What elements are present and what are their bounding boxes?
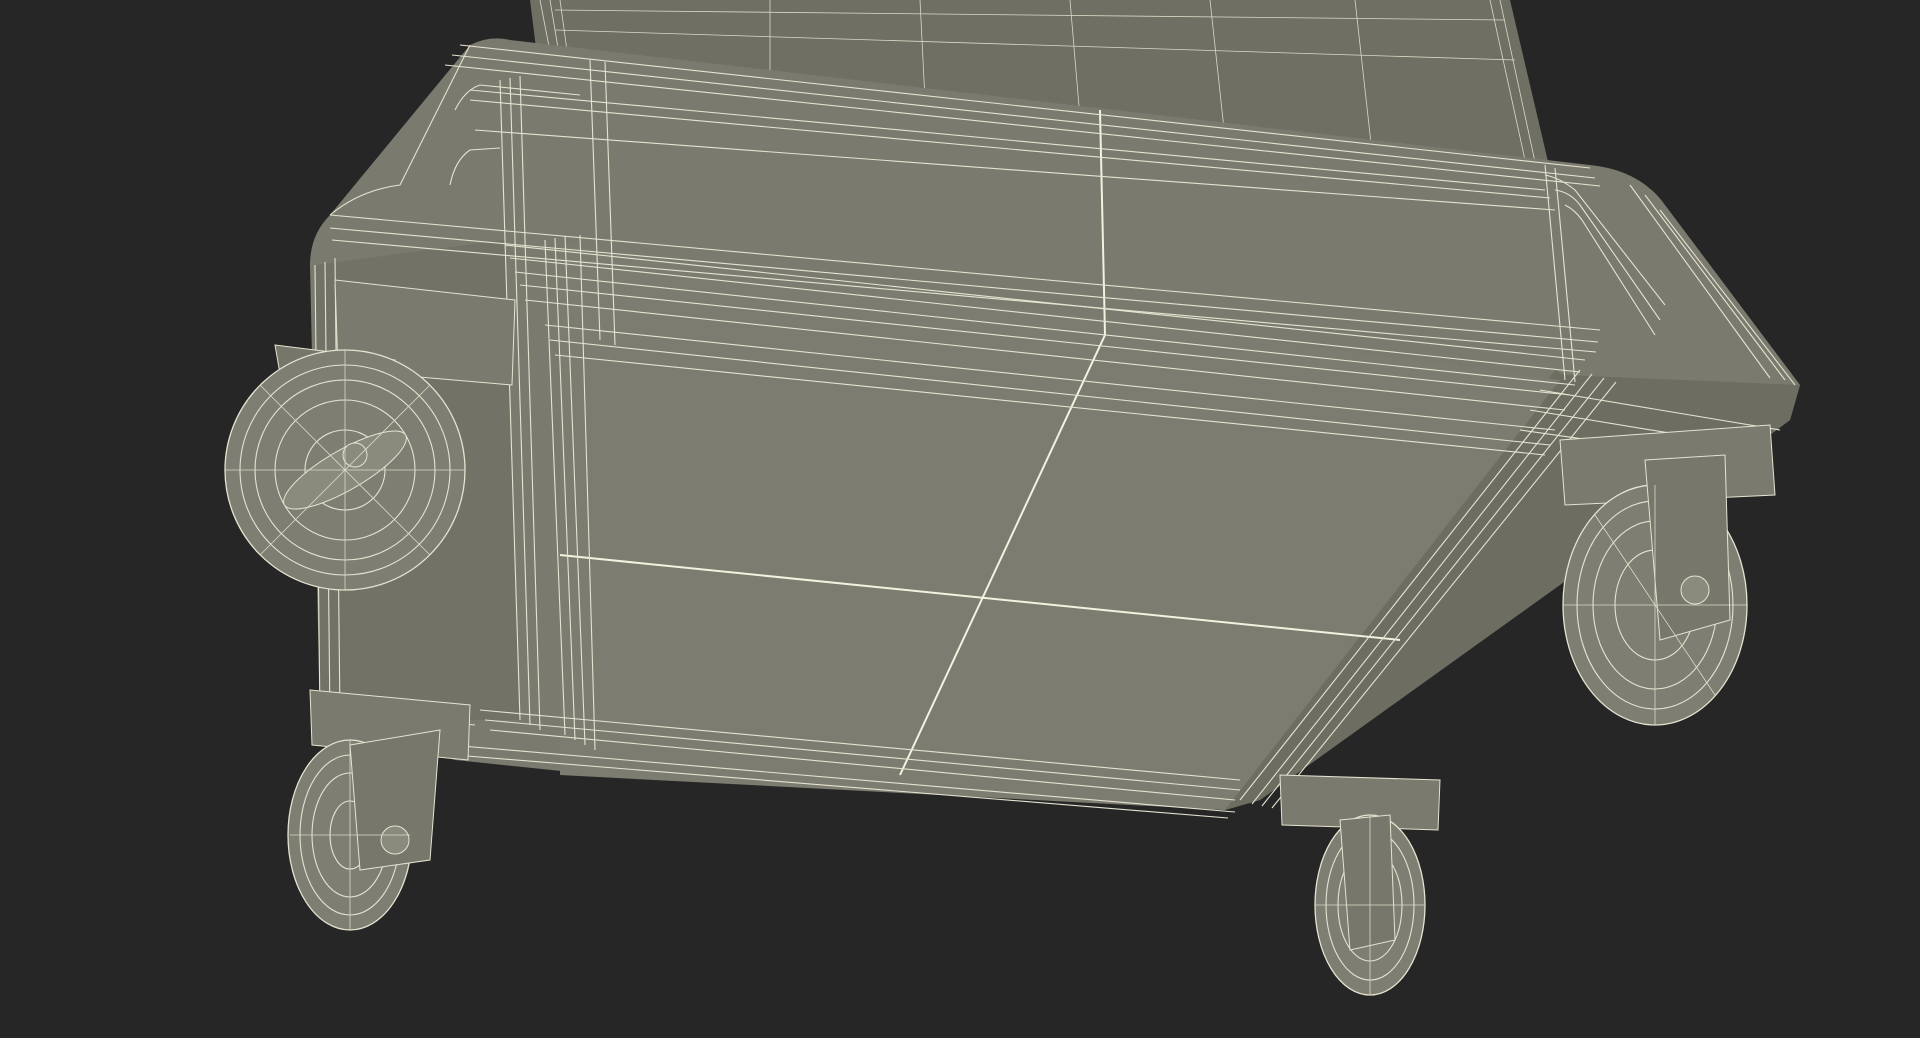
wireframe-render [0,0,1920,1038]
